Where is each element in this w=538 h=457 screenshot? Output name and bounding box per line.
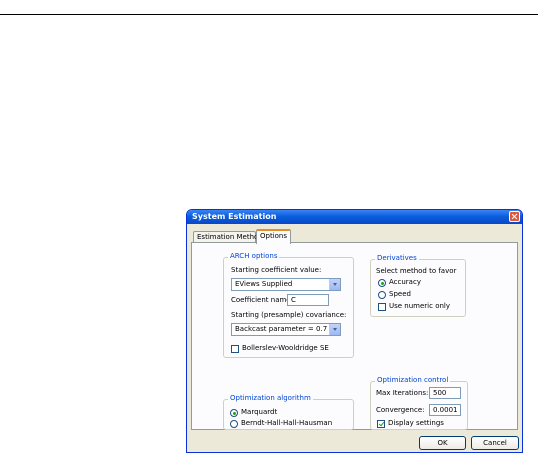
start-cov-select[interactable]: Backcast parameter = 0.7 (231, 323, 341, 336)
start-cov-label: Starting (presample) covariance: (231, 311, 347, 319)
ok-button[interactable]: OK (419, 436, 466, 450)
speed-label: Speed (389, 290, 411, 298)
top-divider-line (0, 14, 538, 15)
window-title: System Estimation (192, 212, 277, 221)
optimization-algorithm-legend: Optimization algorithm (228, 394, 313, 402)
marquardt-label: Marquardt (241, 408, 278, 416)
arch-options-legend: ARCH options (228, 252, 280, 260)
tab-options[interactable]: Options (256, 229, 291, 244)
bhhh-radio[interactable] (230, 420, 238, 428)
numeric-only-label: Use numeric only (389, 302, 451, 310)
accuracy-radio[interactable] (378, 279, 386, 287)
display-settings-checkbox[interactable] (377, 420, 385, 428)
options-panel: ARCH options Starting coefficient value:… (191, 242, 518, 430)
system-estimation-dialog: System Estimation Estimation Method Opti… (186, 209, 523, 453)
bw-se-checkbox[interactable] (231, 345, 239, 353)
derivatives-legend: Derivatives (375, 254, 419, 262)
coef-name-label: Coefficient name: (231, 296, 293, 304)
speed-radio[interactable] (378, 291, 386, 299)
title-bar[interactable]: System Estimation (187, 210, 522, 224)
close-icon[interactable] (509, 211, 520, 222)
bw-se-label: Bollerslev-Wooldridge SE (242, 344, 329, 352)
display-settings-label: Display settings (388, 419, 444, 427)
convergence-field[interactable]: 0.0001 (429, 404, 461, 416)
max-iterations-label: Max Iterations: (376, 389, 429, 397)
start-cov-value: Backcast parameter = 0.7 (235, 325, 328, 333)
accuracy-label: Accuracy (389, 278, 421, 286)
marquardt-radio[interactable] (230, 409, 238, 417)
start-coef-value: EViews Supplied (235, 280, 293, 288)
convergence-label: Convergence: (376, 406, 425, 414)
derivatives-prompt: Select method to favor (376, 267, 457, 275)
chevron-down-icon[interactable] (329, 324, 340, 335)
coef-name-field[interactable]: C (287, 294, 329, 306)
max-iterations-field[interactable]: 500 (429, 387, 461, 399)
optimization-control-legend: Optimization control (375, 376, 451, 384)
cancel-button[interactable]: Cancel (471, 436, 519, 450)
start-coef-select[interactable]: EViews Supplied (231, 278, 341, 291)
start-coef-label: Starting coefficient value: (231, 266, 322, 274)
chevron-down-icon[interactable] (329, 279, 340, 290)
numeric-only-checkbox[interactable] (378, 303, 386, 311)
bhhh-label: Berndt-Hall-Hall-Hausman (241, 419, 333, 427)
